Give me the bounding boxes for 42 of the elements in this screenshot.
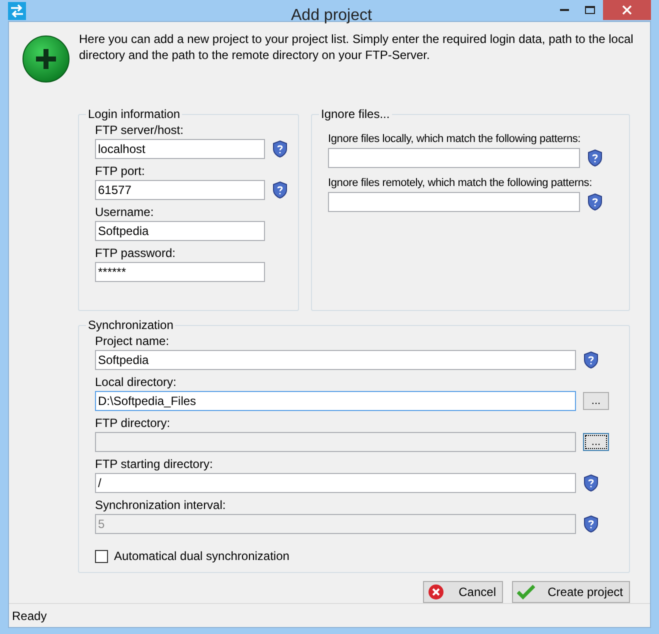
text-field[interactable]: localhost — [95, 139, 265, 160]
app-icon — [8, 2, 26, 20]
checkbox-label: Automatical dual synchronization — [114, 548, 290, 566]
checkmark-icon — [517, 584, 535, 600]
text-field[interactable]: / — [95, 473, 576, 494]
help-shield-icon[interactable] — [583, 351, 599, 370]
field-label: Project name: — [95, 334, 170, 350]
text-field[interactable]: D:\Softpedia_Files — [95, 391, 576, 412]
text-field[interactable] — [328, 148, 580, 168]
field-label: FTP directory: — [95, 416, 172, 432]
help-shield-icon[interactable] — [583, 474, 599, 492]
field-label: Username: — [95, 205, 155, 222]
text-field[interactable] — [328, 192, 580, 212]
field-label: Ignore files locally, which match the following patterns: — [328, 132, 582, 148]
text-field[interactable]: 61577 — [95, 180, 265, 200]
field-label: Ignore files remotely, which match the following patterns: — [328, 176, 593, 192]
field-label: FTP port: — [95, 164, 146, 180]
create-button[interactable]: Create project — [512, 581, 630, 604]
help-shield-icon[interactable] — [272, 140, 288, 158]
close-icon — [622, 5, 632, 15]
text-field[interactable]: Softpedia — [95, 350, 576, 370]
cancel-button[interactable]: Cancel — [423, 581, 503, 604]
help-shield-icon[interactable] — [587, 193, 603, 212]
intro-text: Here you can add a new project to your project list. Simply enter the required login data, path to the local directory and the path to the remote directory on your FTP-Server. — [79, 31, 634, 64]
group-title: Login information — [87, 106, 182, 124]
field-label: Synchronization interval: — [95, 498, 227, 514]
field-label: Local directory: — [95, 375, 178, 392]
group-title: Synchronization — [87, 317, 174, 334]
checkbox[interactable] — [95, 550, 108, 563]
help-shield-icon[interactable] — [272, 181, 288, 200]
group-title: Ignore files... — [320, 106, 391, 124]
add-icon — [22, 35, 70, 84]
browse-button[interactable]: ... — [583, 392, 609, 410]
window-title: Add project — [291, 6, 372, 26]
help-shield-icon[interactable] — [587, 149, 603, 168]
error-icon — [428, 584, 444, 600]
field-label: FTP server/host: — [95, 123, 184, 140]
field-label: FTP starting directory: — [95, 457, 214, 474]
text-field[interactable]: ****** — [95, 262, 265, 282]
text-field[interactable]: Softpedia — [95, 221, 265, 242]
field-label: FTP password: — [95, 246, 176, 262]
close-button[interactable] — [603, 0, 651, 20]
